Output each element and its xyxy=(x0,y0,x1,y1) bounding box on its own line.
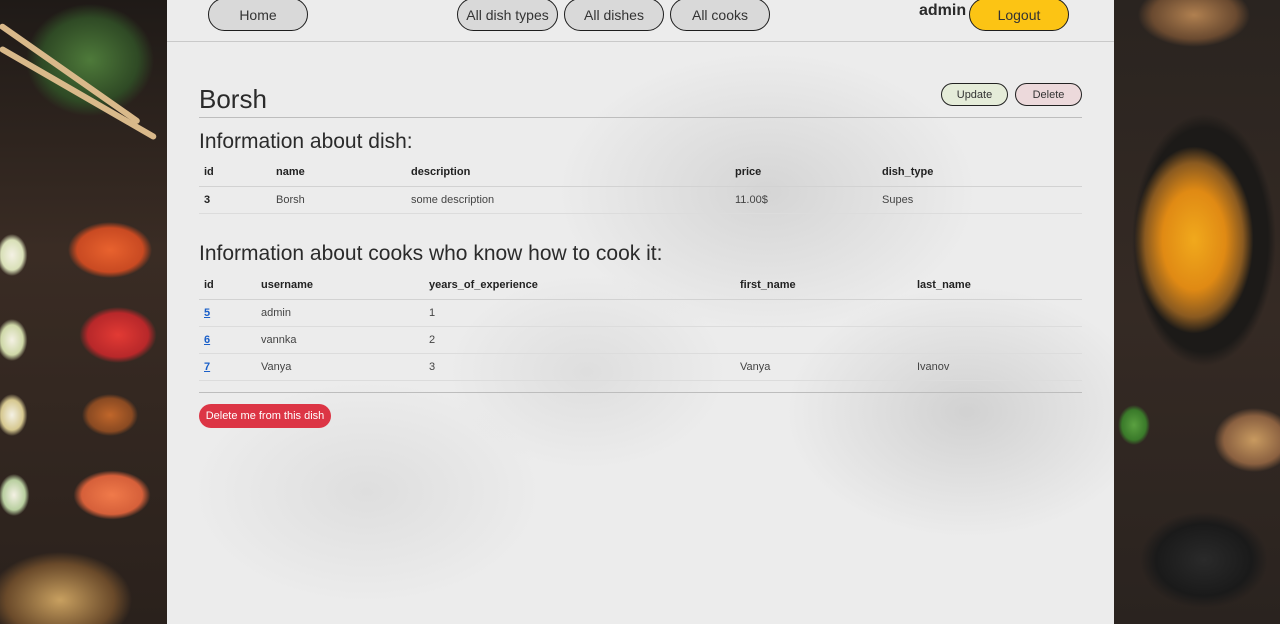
table-header-row: id username years_of_experience first_na… xyxy=(199,272,1082,300)
table-cell: Ivanov xyxy=(912,353,1082,381)
table-row: 7 Vanya 3 Vanya Ivanov xyxy=(199,353,1082,381)
column-header: first_name xyxy=(735,272,912,300)
table-cell: Borsh xyxy=(271,186,406,214)
chopstick-decoration xyxy=(0,22,141,125)
update-button[interactable]: Update xyxy=(941,83,1008,106)
home-button[interactable]: Home xyxy=(208,0,308,31)
all-dish-types-button[interactable]: All dish types xyxy=(457,0,558,31)
table-cell: 5 xyxy=(199,299,256,327)
cook-id-link[interactable]: 7 xyxy=(204,361,210,373)
table-cell xyxy=(912,299,1082,327)
column-header: last_name xyxy=(912,272,1082,300)
divider xyxy=(199,392,1082,393)
cooks-table: id username years_of_experience first_na… xyxy=(199,272,1082,381)
page-title: Borsh xyxy=(199,84,267,114)
table-cell: 11.00$ xyxy=(730,186,877,214)
current-username: admin xyxy=(919,2,967,19)
main-panel: Home All dish types All dishes All cooks… xyxy=(167,0,1114,624)
chopstick-decoration xyxy=(0,45,158,141)
cook-id-link[interactable]: 5 xyxy=(204,307,210,319)
table-cell: 7 xyxy=(199,353,256,381)
column-header: description xyxy=(406,159,730,187)
all-dishes-button[interactable]: All dishes xyxy=(564,0,664,31)
cook-id-link[interactable]: 6 xyxy=(204,334,210,346)
table-cell: some description xyxy=(406,186,730,214)
column-header: id xyxy=(199,159,271,187)
all-cooks-button[interactable]: All cooks xyxy=(670,0,770,31)
table-cell: Supes xyxy=(877,186,1082,214)
column-header: dish_type xyxy=(877,159,1082,187)
table-cell: 3 xyxy=(199,186,271,214)
table-row: 6 vannka 2 xyxy=(199,326,1082,354)
background-left-food-photo xyxy=(0,0,167,624)
column-header: id xyxy=(199,272,256,300)
delete-me-from-dish-button[interactable]: Delete me from this dish xyxy=(199,404,331,428)
column-header: name xyxy=(271,159,406,187)
column-header: price xyxy=(730,159,877,187)
background-right-food-photo xyxy=(1114,0,1280,624)
table-row: 3 Borsh some description 11.00$ Supes xyxy=(199,186,1082,214)
delete-button[interactable]: Delete xyxy=(1015,83,1082,106)
table-cell: 3 xyxy=(424,353,735,381)
table-cell: Vanya xyxy=(735,353,912,381)
dish-info-table: id name description price dish_type 3 Bo… xyxy=(199,159,1082,214)
table-cell xyxy=(912,326,1082,354)
logout-button[interactable]: Logout xyxy=(969,0,1069,31)
column-header: username xyxy=(256,272,424,300)
table-cell: Vanya xyxy=(256,353,424,381)
table-cell: admin xyxy=(256,299,424,327)
divider xyxy=(199,117,1082,118)
table-cell: 2 xyxy=(424,326,735,354)
table-cell: 6 xyxy=(199,326,256,354)
table-cell xyxy=(735,326,912,354)
top-navbar: Home All dish types All dishes All cooks… xyxy=(167,0,1114,42)
table-header-row: id name description price dish_type xyxy=(199,159,1082,187)
cooks-info-heading: Information about cooks who know how to … xyxy=(199,242,663,265)
table-cell: vannka xyxy=(256,326,424,354)
dish-info-heading: Information about dish: xyxy=(199,130,413,153)
column-header: years_of_experience xyxy=(424,272,735,300)
table-cell: 1 xyxy=(424,299,735,327)
table-row: 5 admin 1 xyxy=(199,299,1082,327)
table-cell xyxy=(735,299,912,327)
